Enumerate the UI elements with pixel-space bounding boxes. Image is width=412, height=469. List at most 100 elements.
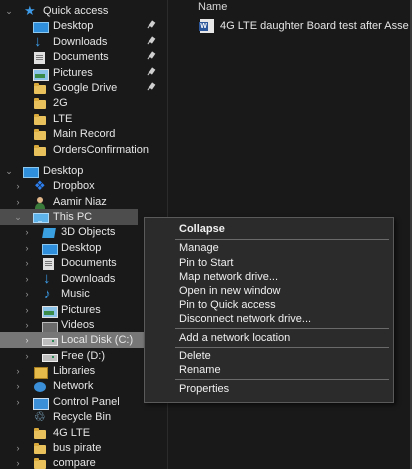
tree-item-local-disk[interactable]: › Local Disk (C:) bbox=[0, 332, 160, 348]
file-list-item[interactable]: W 4G LTE daughter Board test after Asse bbox=[199, 18, 409, 34]
word-badge: W bbox=[199, 22, 208, 31]
pin-icon[interactable] bbox=[146, 68, 156, 78]
tree-item-pc-desktop[interactable]: › Desktop bbox=[0, 240, 160, 256]
menu-item-collapse[interactable]: Collapse bbox=[146, 222, 392, 237]
pin-icon[interactable] bbox=[146, 21, 156, 31]
chevron-right-icon[interactable]: › bbox=[13, 194, 23, 210]
tree-item-pc-downloads[interactable]: › Downloads bbox=[0, 270, 160, 287]
tree-item-3d-objects[interactable]: › 3D Objects bbox=[0, 224, 160, 240]
tree-item-free-d[interactable]: › Free (D:) bbox=[0, 348, 160, 364]
tree-item-lte[interactable]: LTE bbox=[0, 111, 160, 127]
chevron-right-icon[interactable]: › bbox=[22, 348, 32, 364]
column-header-name[interactable]: Name bbox=[198, 1, 227, 13]
tree-item-pc-music[interactable]: › Music bbox=[0, 286, 160, 302]
menu-item-pin-to-start[interactable]: Pin to Start bbox=[146, 256, 392, 271]
chevron-right-icon[interactable]: › bbox=[13, 455, 23, 469]
pin-icon[interactable] bbox=[146, 52, 156, 62]
tree-item-orders-confirmation[interactable]: OrdersConfirmation bbox=[0, 142, 160, 158]
chevron-right-icon[interactable]: › bbox=[22, 286, 32, 302]
chevron-down-icon[interactable]: ⌄ bbox=[4, 163, 14, 179]
chevron-right-icon[interactable]: › bbox=[13, 178, 23, 194]
chevron-down-icon[interactable]: ⌄ bbox=[13, 209, 23, 225]
tree-item-label: Downloads bbox=[53, 36, 108, 48]
desktop-icon bbox=[33, 20, 49, 33]
tree-item-2g[interactable]: 2G bbox=[0, 95, 160, 111]
tree-item-label: Network bbox=[53, 380, 94, 392]
tree-item-label: Recycle Bin bbox=[53, 411, 112, 423]
tree-item-label: Free (D:) bbox=[61, 350, 105, 362]
chevron-down-icon[interactable]: ⌄ bbox=[4, 3, 14, 19]
pictures-icon bbox=[42, 304, 58, 318]
chevron-right-icon[interactable]: › bbox=[13, 363, 23, 379]
tree-item-this-pc[interactable]: ⌄ This PC bbox=[0, 209, 138, 225]
chevron-right-icon[interactable]: › bbox=[13, 378, 23, 394]
tree-item-label: Downloads bbox=[61, 273, 116, 285]
libraries-icon bbox=[33, 365, 48, 379]
tree-item-pc-documents[interactable]: › Documents bbox=[0, 255, 160, 271]
tree-item-network[interactable]: › Network bbox=[0, 378, 160, 394]
navigation-pane: ⌄ Quick access Desktop Downloads Documen… bbox=[0, 0, 167, 469]
tree-item-google-drive[interactable]: Google Drive bbox=[0, 80, 160, 96]
tree-item-quick-access[interactable]: ⌄ Quick access bbox=[0, 3, 160, 19]
tree-item-label: Music bbox=[61, 288, 90, 300]
chevron-right-icon[interactable]: › bbox=[22, 240, 32, 256]
download-arrow-icon bbox=[33, 33, 47, 50]
menu-item-label: Rename bbox=[179, 364, 221, 376]
tree-item-control-panel[interactable]: › Control Panel bbox=[0, 394, 160, 410]
tree-item-label: Documents bbox=[61, 257, 117, 269]
chevron-right-icon[interactable]: › bbox=[22, 255, 32, 271]
tree-item-aamir-niaz[interactable]: › Aamir Niaz bbox=[0, 194, 160, 210]
menu-item-add-network-location[interactable]: Add a network location bbox=[146, 331, 392, 346]
chevron-right-icon[interactable]: › bbox=[22, 224, 32, 240]
user-icon bbox=[33, 196, 47, 209]
menu-item-delete[interactable]: Delete bbox=[146, 349, 392, 364]
tree-item-label: 3D Objects bbox=[61, 226, 116, 238]
chevron-right-icon[interactable]: › bbox=[13, 394, 23, 410]
folder-icon bbox=[33, 82, 47, 95]
menu-item-rename[interactable]: Rename bbox=[146, 363, 392, 378]
tree-item-dropbox[interactable]: › Dropbox bbox=[0, 178, 160, 194]
chevron-right-icon[interactable]: › bbox=[13, 440, 23, 456]
tree-item-bus-pirate[interactable]: › bus pirate bbox=[0, 440, 160, 456]
star-icon bbox=[23, 3, 37, 19]
menu-separator bbox=[175, 379, 389, 380]
menu-item-label: Delete bbox=[179, 350, 211, 362]
menu-item-open-in-new-window[interactable]: Open in new window bbox=[146, 284, 392, 299]
chevron-right-icon[interactable]: › bbox=[22, 302, 32, 318]
chevron-right-icon[interactable]: › bbox=[22, 317, 32, 333]
menu-item-label: Properties bbox=[179, 383, 230, 395]
menu-item-pin-to-quick-access[interactable]: Pin to Quick access bbox=[146, 298, 392, 313]
pin-icon[interactable] bbox=[146, 83, 156, 93]
menu-item-map-network-drive[interactable]: Map network drive... bbox=[146, 270, 392, 285]
tree-item-label: Pictures bbox=[61, 304, 101, 316]
tree-item-desktop-quick[interactable]: Desktop bbox=[0, 18, 160, 34]
tree-item-pc-pictures[interactable]: › Pictures bbox=[0, 302, 160, 318]
folder-icon bbox=[33, 442, 47, 455]
documents-icon bbox=[33, 51, 47, 64]
tree-item-pictures-quick[interactable]: Pictures bbox=[0, 65, 160, 81]
tree-item-compare[interactable]: › compare bbox=[0, 455, 160, 469]
tree-item-desktop[interactable]: ⌄ Desktop bbox=[0, 163, 160, 179]
menu-item-properties[interactable]: Properties bbox=[146, 382, 392, 397]
menu-item-manage[interactable]: Manage bbox=[146, 241, 392, 256]
menu-item-label: Pin to Start bbox=[179, 257, 234, 269]
tree-item-downloads-quick[interactable]: Downloads bbox=[0, 33, 160, 50]
tree-item-pc-videos[interactable]: › Videos bbox=[0, 317, 160, 333]
menu-separator bbox=[175, 347, 389, 348]
menu-separator bbox=[175, 239, 389, 240]
tree-item-label: Videos bbox=[61, 319, 95, 331]
documents-icon bbox=[42, 257, 56, 270]
tree-item-recycle-bin[interactable]: Recycle Bin bbox=[0, 409, 160, 425]
tree-item-label: Libraries bbox=[53, 365, 96, 377]
chevron-right-icon[interactable]: › bbox=[22, 332, 32, 348]
menu-item-disconnect-network-drive[interactable]: Disconnect network drive... bbox=[146, 312, 392, 327]
3d-objects-icon bbox=[42, 226, 56, 239]
download-arrow-icon bbox=[42, 270, 56, 287]
tree-item-main-record[interactable]: Main Record bbox=[0, 126, 160, 142]
pin-icon[interactable] bbox=[146, 37, 156, 47]
chevron-right-icon[interactable]: › bbox=[22, 271, 32, 287]
tree-item-4g-lte[interactable]: 4G LTE bbox=[0, 425, 160, 441]
tree-item-libraries[interactable]: › Libraries bbox=[0, 363, 160, 379]
menu-item-label: Pin to Quick access bbox=[179, 299, 276, 311]
tree-item-documents-quick[interactable]: Documents bbox=[0, 49, 160, 65]
